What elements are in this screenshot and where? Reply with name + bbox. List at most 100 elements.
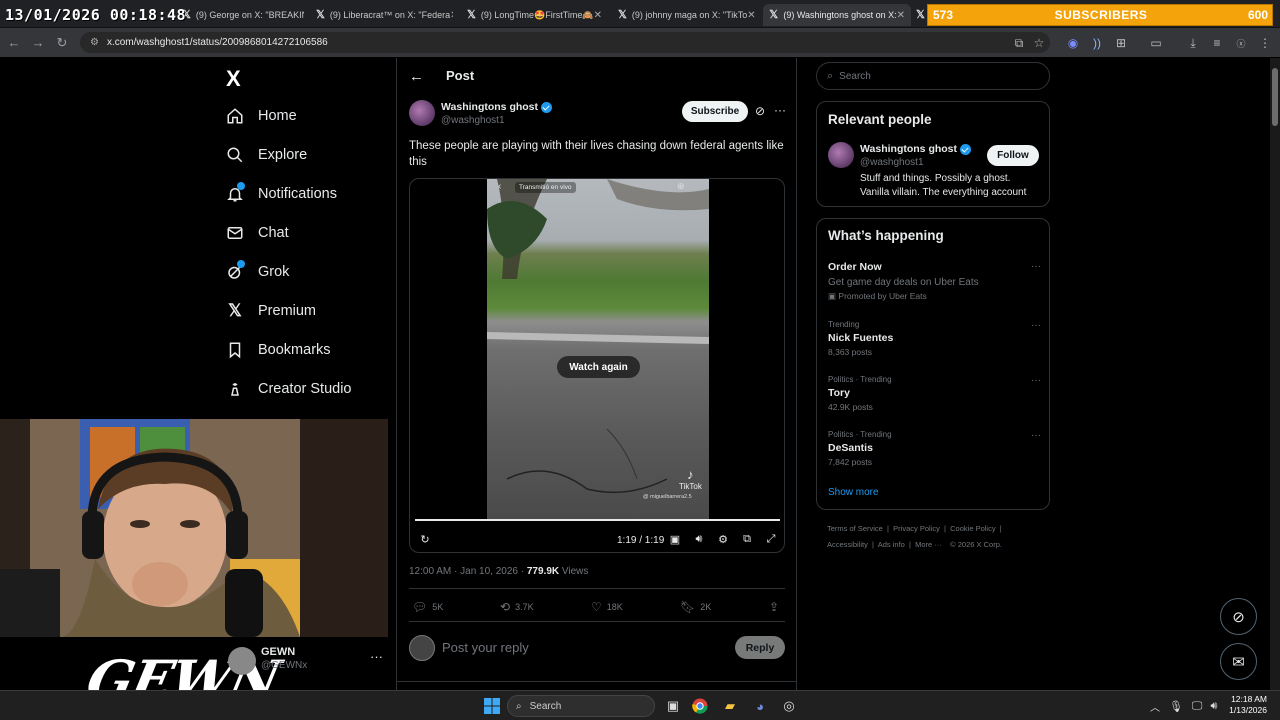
browser-tab[interactable]: 𝕏 (914, 4, 928, 26)
nav-item-home[interactable]: Home (224, 101, 297, 131)
nav-item-explore[interactable]: Explore (224, 140, 307, 170)
trend-item[interactable]: Trending Nick Fuentes 8,363 posts ··· (828, 320, 1043, 357)
extension-icon[interactable]: ◉ (1064, 34, 1082, 52)
post-timestamp[interactable]: 12:00 AM · Jan 10, 2026 · (409, 566, 527, 577)
nav-item-grok[interactable]: Grok (224, 257, 289, 287)
browser-tab[interactable]: 𝕏 (9) Liberacrat™ on X: "Federa ✕ (310, 4, 453, 26)
address-bar[interactable]: ⚙ x.com/washghost1/status/20098680142721… (80, 32, 1050, 53)
app-icon[interactable]: ◎ (779, 696, 799, 716)
forward-icon[interactable]: → (27, 32, 49, 54)
more-icon[interactable]: ··· (1031, 320, 1041, 331)
more-icon[interactable]: ··· (774, 103, 786, 117)
avatar[interactable] (409, 100, 435, 126)
repost-action[interactable]: ⟲ 3.7K (500, 600, 534, 614)
trend-item[interactable]: Politics · Trending DeSantis 7,842 posts… (828, 430, 1043, 467)
file-explorer-icon[interactable]: ▰ (720, 696, 740, 716)
bookmark-star-icon[interactable]: ☆ (1030, 34, 1048, 52)
browser-tab-active[interactable]: 𝕏 (9) Washingtons ghost on X: ✕ (763, 4, 911, 26)
author-handle[interactable]: @washghost1 (441, 115, 505, 126)
more-icon[interactable]: ··· (1031, 430, 1041, 441)
nav-item-creator-studio[interactable]: Creator Studio (224, 374, 352, 404)
settings-gear-icon[interactable]: ⚙ (716, 532, 730, 546)
x-logo-icon: 𝕏 (228, 301, 242, 320)
chevron-up-icon[interactable]: ︿ (1145, 696, 1165, 716)
video-frame: Transmitió en vivo ‹ ⊕ ♪ TikTok @ miguel… (487, 179, 709, 519)
person-name[interactable]: Washingtons ghost (860, 143, 972, 155)
grok-explain-icon[interactable]: ⊘ (755, 104, 765, 118)
site-info-icon[interactable]: ⚙ (90, 37, 99, 48)
replay-icon[interactable]: ↻ (418, 532, 432, 546)
footer-link[interactable]: Terms of Service (827, 524, 883, 533)
discord-icon[interactable]: ◕ (750, 696, 770, 716)
nav-item-chat[interactable]: Chat (224, 218, 289, 248)
account-switcher[interactable]: GEWN @GEWNx ··· (224, 643, 389, 681)
video-player[interactable]: Transmitió en vivo ‹ ⊕ ♪ TikTok @ miguel… (409, 178, 785, 553)
trend-item[interactable]: Politics · Trending Tory 42.9K posts ··· (828, 375, 1043, 412)
captions-icon[interactable]: ▣ (668, 532, 682, 546)
close-icon[interactable]: ✕ (897, 10, 905, 21)
back-icon[interactable]: ← (3, 32, 25, 54)
fullscreen-icon[interactable]: ⤢ (764, 532, 778, 546)
x-logo-icon: 𝕏 (618, 9, 627, 21)
messages-fab[interactable]: ✉ (1220, 643, 1257, 680)
nav-item-notifications[interactable]: Notifications (224, 179, 337, 209)
browser-tab[interactable]: 𝕏 (9) johnny maga on X: "TikTo ✕ (612, 4, 755, 26)
author-name[interactable]: Washingtons ghost (441, 101, 553, 113)
close-icon[interactable]: ✕ (450, 10, 453, 21)
volume-icon[interactable]: 🔊︎ (1204, 696, 1224, 716)
more-icon[interactable]: ··· (1031, 261, 1041, 272)
bookmark-count: 2K (700, 602, 712, 612)
show-more-link[interactable]: Show more (828, 487, 879, 498)
browser-tab[interactable]: 𝕏 (9) LongTime🤩FirstTime🙈 ✕ (461, 4, 604, 26)
bookmark-action[interactable]: 🔖︎ 2K (680, 600, 711, 614)
browser-menu-icon[interactable]: ⋮ (1256, 34, 1274, 52)
reading-list-icon[interactable]: ≡ (1208, 34, 1226, 52)
footer-link[interactable]: Accessibility (827, 540, 868, 549)
x-logo-icon[interactable]: X (226, 66, 241, 92)
grok-fab[interactable]: ⊘ (1220, 598, 1257, 635)
footer-link[interactable]: Ads info (878, 540, 905, 549)
like-action[interactable]: ♡ 18K (591, 600, 623, 614)
copyright: © 2026 X Corp. (950, 540, 1002, 549)
close-icon[interactable]: ✕ (594, 10, 602, 21)
back-arrow-icon[interactable]: ← (409, 68, 424, 85)
install-app-icon[interactable]: ⧉ (1010, 34, 1028, 52)
scrollbar-thumb[interactable] (1272, 68, 1278, 126)
microphone-icon[interactable]: 🎙︎ (1166, 696, 1186, 716)
volume-icon[interactable]: 🔊︎ (692, 532, 706, 546)
reply-action[interactable]: 💬︎ 5K (412, 600, 443, 614)
taskbar-search[interactable]: ⌕ Search (507, 695, 655, 717)
bookmark-icon (224, 339, 246, 361)
windows-start-icon[interactable] (482, 696, 502, 716)
reply-input[interactable]: Post your reply (442, 640, 529, 655)
taskbar-clock[interactable]: 12:18 AM 1/13/2026 (1223, 694, 1267, 716)
side-panel-icon[interactable]: ▭ (1147, 34, 1165, 52)
reply-button[interactable]: Reply (735, 636, 785, 659)
browser-tab[interactable]: 𝕏 (9) George on X: "BREAKING ✕ (176, 4, 304, 26)
subscribe-button[interactable]: Subscribe (682, 101, 748, 122)
footer-link[interactable]: More ··· (915, 540, 942, 549)
follow-button[interactable]: Follow (987, 145, 1039, 166)
promoted-trend[interactable]: Order Now Get game day deals on Uber Eat… (828, 261, 1043, 302)
nav-item-bookmarks[interactable]: Bookmarks (224, 335, 331, 365)
pip-icon[interactable]: ⧉ (740, 532, 754, 546)
more-icon[interactable]: ··· (370, 649, 383, 664)
extensions-puzzle-icon[interactable]: ⊞ (1112, 34, 1130, 52)
footer-link[interactable]: Cookie Policy (950, 524, 995, 533)
task-view-icon[interactable]: ▣ (663, 696, 683, 716)
video-progress-bar[interactable] (415, 519, 780, 521)
close-icon[interactable]: ✕ (747, 10, 755, 21)
page-scrollbar[interactable] (1270, 58, 1280, 690)
nav-item-premium[interactable]: 𝕏 Premium (224, 296, 316, 326)
search-input[interactable]: ⌕ Search (816, 62, 1050, 90)
more-icon[interactable]: ··· (1031, 375, 1041, 386)
reload-icon[interactable]: ↻ (51, 32, 73, 54)
watch-again-button[interactable]: Watch again (557, 356, 640, 378)
extension-icon[interactable]: )) (1088, 34, 1106, 52)
share-action[interactable]: ⇪ (769, 600, 784, 614)
avatar[interactable] (828, 142, 854, 168)
download-icon[interactable]: ⤓ (1184, 34, 1202, 52)
footer-link[interactable]: Privacy Policy (893, 524, 940, 533)
chrome-icon[interactable] (690, 696, 710, 716)
profile-avatar-icon[interactable]: ⓧ (1232, 34, 1250, 52)
